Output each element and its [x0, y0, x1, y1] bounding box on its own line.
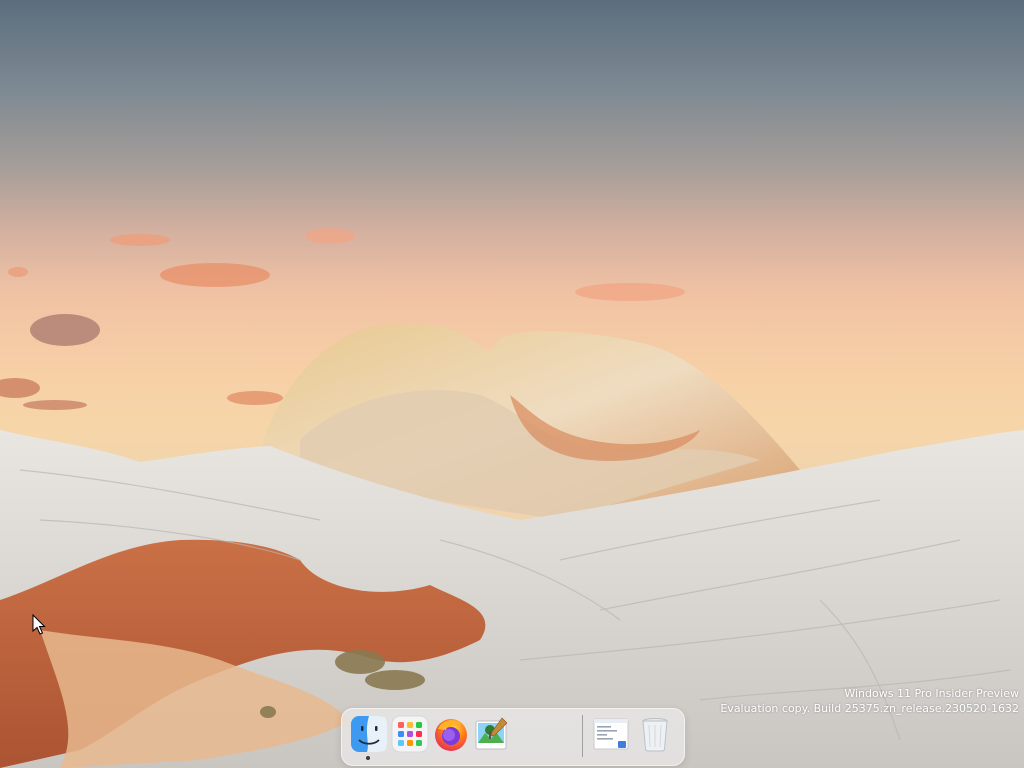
- launchpad-icon[interactable]: [391, 715, 429, 753]
- watermark-line-1: Windows 11 Pro Insider Preview: [844, 687, 1019, 700]
- desktop[interactable]: Windows 11 Pro Insider Preview Evaluatio…: [0, 0, 1024, 768]
- dock-separator: [582, 715, 583, 757]
- watermark: Windows 11 Pro Insider Preview Evaluatio…: [720, 686, 1019, 716]
- dock: [341, 708, 685, 766]
- mouse-cursor-icon: [32, 614, 46, 635]
- document-icon[interactable]: [592, 715, 630, 753]
- trash-icon[interactable]: [636, 715, 674, 753]
- wallpaper: [0, 228, 1024, 768]
- finder-icon[interactable]: [350, 715, 388, 753]
- running-indicator: [366, 756, 370, 760]
- preview-icon[interactable]: [473, 715, 511, 753]
- watermark-line-2: Evaluation copy. Build 25375.zn_release.…: [720, 702, 1019, 715]
- firefox-icon[interactable]: [432, 715, 470, 753]
